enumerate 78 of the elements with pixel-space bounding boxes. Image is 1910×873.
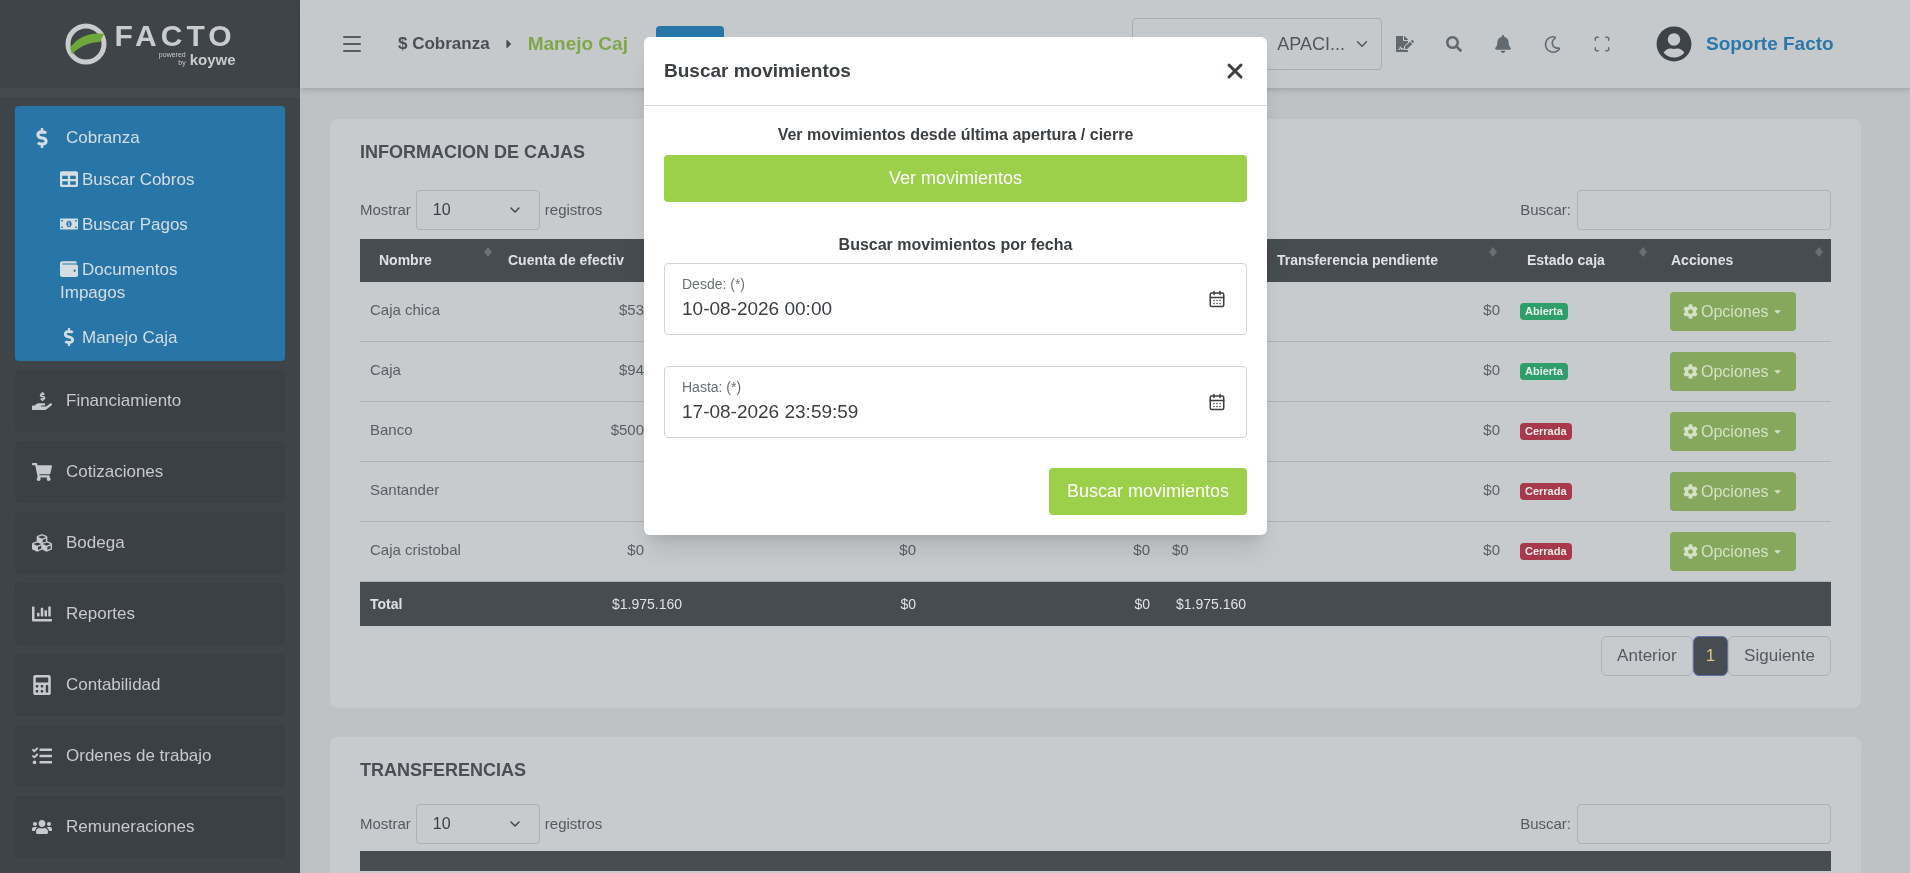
field-label: Hasta: (*) [682,378,743,398]
sidebar-item[interactable]: Ordenes de trabajo [15,725,285,787]
table-cell-text: $0 [899,594,916,614]
submenu-item[interactable]: Buscar Cobros [60,168,230,191]
sidebar-label: Remuneraciones [66,816,195,839]
user-name[interactable]: Soporte Facto [1705,29,1834,59]
table-cell: $0 [1483,541,1500,558]
table-cell: $0 [627,541,644,558]
table-cell: $0 [1483,481,1500,498]
sidebar-item[interactable]: Remuneraciones [15,796,285,858]
date-field[interactable]: Desde: (*) 10-08-2026 00:00 [664,263,1247,335]
sidebar-item[interactable]: Cobranza Buscar Cobros Buscar Pagos Documentos Impagos Manejo Caja [15,106,285,361]
card-title: INFORMACION DE CAJAS [360,141,586,164]
pagination-button[interactable]: 1 [1692,636,1729,676]
sidebar-item[interactable]: Contabilidad [15,654,285,716]
submenu-item[interactable]: Buscar Pagos [60,213,230,236]
sidebar-item[interactable]: Financiamiento [15,370,285,432]
length-label: registros [544,813,603,834]
partner-name: koywe [189,52,236,67]
submenu-item[interactable]: Documentos Impagos [60,258,230,304]
status-badge: Cerrada [1520,423,1572,440]
table-cell: $500 [610,421,644,438]
sidebar-label: Cotizaciones [66,461,164,484]
sidebar-item[interactable]: Reportes [15,583,285,645]
total-label: Total [369,594,404,614]
breadcrumb-current: Manejo Caj [527,31,628,56]
search-label: Buscar: [1520,199,1571,220]
sidebar-label: Bodega [66,532,125,555]
pagination-button[interactable]: Anterior [1601,636,1693,676]
table-cell-text: Caja chica [369,300,442,320]
breadcrumb-link[interactable]: $ Cobranza [398,31,490,57]
table-cell: $0 [1483,421,1500,438]
card-title: TRANSFERENCIAS [360,759,527,782]
field-value: 17-08-2026 23:59:59 [682,400,859,425]
table-cell: $53 [618,301,644,318]
table-cell: $0 [1172,541,1189,558]
sidebar-item[interactable]: Bodega [15,512,285,574]
sidebar-label: Reportes [66,603,135,626]
column-header[interactable]: Estado caja [1505,239,1655,282]
section-heading: Buscar movimientos por fecha [837,235,1074,255]
length-label: Mostrar [360,199,411,220]
field-label: Desde: (*) [682,275,747,295]
status-badge: Cerrada [1520,543,1572,560]
table-cell-text: Caja cristobal [369,540,462,560]
page-size-select[interactable]: 10 [415,804,540,844]
table-cell-text: Banco [369,420,414,440]
table-cell: $0 [1483,361,1500,378]
sidebar-label: Ordenes de trabajo [66,745,212,768]
dialog-title: Buscar movimientos [664,58,851,83]
sidebar-label: Contabilidad [66,674,161,697]
table-cell: $0 [1133,541,1150,558]
column-header[interactable]: Nombre [360,239,500,282]
field-value: 10-08-2026 00:00 [682,297,832,322]
column-header[interactable]: Acciones [1655,239,1831,282]
section-heading: Ver movimientos desde última apertura / cierre [776,125,1135,145]
table-cell-text: Caja [369,360,402,380]
search-label: Buscar: [1520,813,1571,834]
table-cell-text: Santander [369,480,441,500]
table-cell: $0 [1483,301,1500,318]
table-cell: $0 [899,541,916,558]
table-cell-text: $0 [1133,594,1150,614]
table-cell-text: $1.975.160 [610,594,683,614]
status-badge: Abierta [1520,363,1568,380]
length-label: registros [544,199,603,220]
sidebar-item[interactable]: Cotizaciones [15,441,285,503]
column-header[interactable]: Transferencia pendiente [1250,239,1505,282]
sidebar-label: Cobranza [66,127,140,150]
page-size-select[interactable]: 10 [415,190,540,230]
submenu-item[interactable]: Manejo Caja [60,326,230,349]
status-badge: Abierta [1520,303,1568,320]
status-badge: Cerrada [1520,483,1572,500]
table-cell: $94 [618,361,644,378]
length-label: Mostrar [360,813,411,834]
sidebar-label: Financiamiento [66,390,182,413]
brand-name: FACTO [114,21,236,51]
date-field[interactable]: Hasta: (*) 17-08-2026 23:59:59 [664,366,1247,438]
table-cell-text: $1.975.160 [1175,594,1248,614]
pagination-button[interactable]: Siguiente [1728,636,1831,676]
